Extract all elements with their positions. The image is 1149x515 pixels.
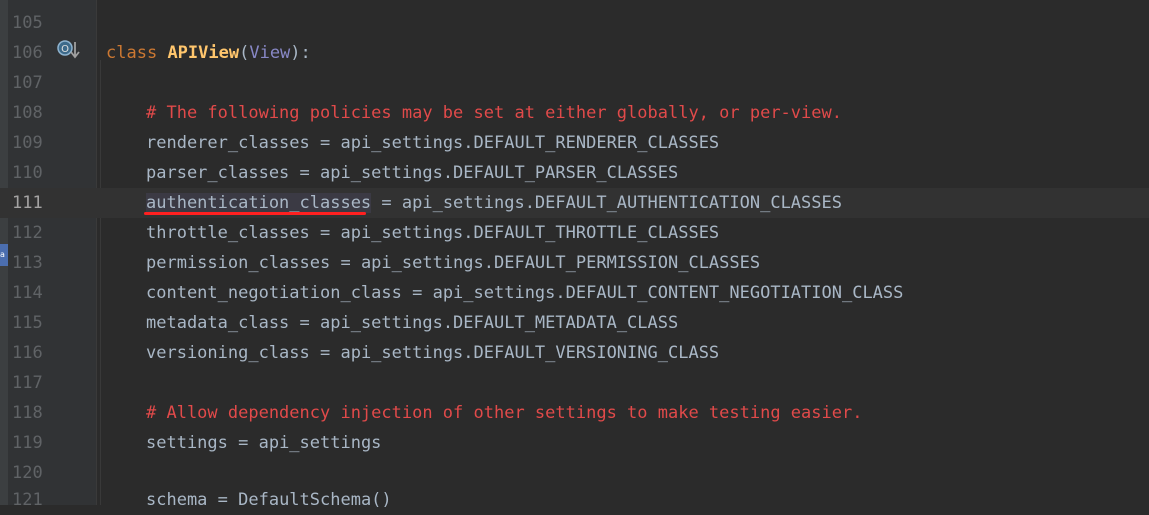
attribute-name: versioning_class xyxy=(146,343,310,363)
class-name: APIView xyxy=(167,43,240,63)
code-text: schema = DefaultSchema() xyxy=(146,485,392,515)
attribute-name: permission_classes xyxy=(146,253,331,273)
attribute-name: parser_classes xyxy=(146,163,290,183)
code-line[interactable]: 113 permission_classes = api_settings.DE… xyxy=(0,248,1149,278)
code-text: renderer_classes = api_settings.DEFAULT_… xyxy=(146,128,719,158)
code-text: parser_classes = api_settings.DEFAULT_PA… xyxy=(146,158,678,188)
comment: # The following policies may be set at e… xyxy=(146,103,842,123)
code-line[interactable]: 117 xyxy=(0,368,1149,398)
code-line[interactable]: 114 content_negotiation_class = api_sett… xyxy=(0,278,1149,308)
code-line[interactable]: 120 xyxy=(0,458,1149,488)
line-number: 116 xyxy=(12,343,43,363)
svg-text:O: O xyxy=(61,44,69,55)
code-text: content_negotiation_class = api_settings… xyxy=(146,278,903,308)
line-number: 114 xyxy=(12,283,43,303)
code-line[interactable]: 107 xyxy=(0,68,1149,98)
line-number: 111 xyxy=(12,193,43,213)
attribute-name: metadata_class xyxy=(146,313,290,333)
code-line[interactable]: 112 throttle_classes = api_settings.DEFA… xyxy=(0,218,1149,248)
code-line[interactable]: 115 metadata_class = api_settings.DEFAUL… xyxy=(0,308,1149,338)
assignment: = api_settings.DEFAULT_PARSER_CLASSES xyxy=(289,163,679,183)
attribute-name: renderer_classes xyxy=(146,133,310,153)
code-line[interactable]: 109 renderer_classes = api_settings.DEFA… xyxy=(0,128,1149,158)
code-text: settings = api_settings xyxy=(146,428,381,458)
assignment: = api_settings.DEFAULT_AUTHENTICATION_CL… xyxy=(371,193,842,213)
code-text: throttle_classes = api_settings.DEFAULT_… xyxy=(146,218,719,248)
assignment: = api_settings.DEFAULT_PERMISSION_CLASSE… xyxy=(330,253,761,273)
code-text: permission_classes = api_settings.DEFAUL… xyxy=(146,248,760,278)
code-line[interactable]: 106 class APIView(View): xyxy=(0,38,1149,68)
attribute-name: throttle_classes xyxy=(146,223,310,243)
base-class: View xyxy=(249,43,291,63)
code-tail: ): xyxy=(290,43,311,63)
attribute-name: settings xyxy=(146,433,228,453)
code-line[interactable]: 110 parser_classes = api_settings.DEFAUL… xyxy=(0,158,1149,188)
highlighted-attribute-name: authentication_classes xyxy=(146,193,372,213)
line-number: 120 xyxy=(12,463,43,483)
line-number: 108 xyxy=(12,103,43,123)
assignment: = api_settings.DEFAULT_THROTTLE_CLASSES xyxy=(309,223,720,243)
attribute-name: content_negotiation_class xyxy=(146,283,402,303)
assignment: = api_settings.DEFAULT_VERSIONING_CLASS xyxy=(309,343,720,363)
line-number: 106 xyxy=(12,43,43,63)
line-number: 107 xyxy=(12,73,43,93)
line-number: 115 xyxy=(12,313,43,333)
line-number: 113 xyxy=(12,253,43,273)
assignment: = api_settings xyxy=(227,433,382,453)
red-underline-annotation xyxy=(144,212,366,215)
attribute-name: schema xyxy=(146,490,208,510)
code-line[interactable]: 105 xyxy=(0,8,1149,38)
code-text: versioning_class = api_settings.DEFAULT_… xyxy=(146,338,719,368)
line-number: 105 xyxy=(12,13,43,33)
code-line[interactable]: 116 versioning_class = api_settings.DEFA… xyxy=(0,338,1149,368)
assignment: = api_settings.DEFAULT_METADATA_CLASS xyxy=(289,313,679,333)
comment: # Allow dependency injection of other se… xyxy=(146,403,863,423)
line-number: 109 xyxy=(12,133,43,153)
code-line[interactable]: 108 # The following policies may be set … xyxy=(0,98,1149,128)
line-number: 110 xyxy=(12,163,43,183)
line-number: 118 xyxy=(12,403,43,423)
code-line[interactable]: 118 # Allow dependency injection of othe… xyxy=(0,398,1149,428)
override-method-icon[interactable]: O xyxy=(56,38,82,64)
assignment: = api_settings.DEFAULT_RENDERER_CLASSES xyxy=(309,133,720,153)
code-line[interactable]: 121 schema = DefaultSchema() xyxy=(0,485,1149,515)
code-text: metadata_class = api_settings.DEFAULT_ME… xyxy=(146,308,678,338)
assignment: = DefaultSchema() xyxy=(207,490,392,510)
line-number: 121 xyxy=(12,490,43,510)
assignment: = api_settings.DEFAULT_CONTENT_NEGOTIATI… xyxy=(401,283,904,303)
code-text: class APIView(View): xyxy=(106,43,311,63)
line-number: 117 xyxy=(12,373,43,393)
line-number: 119 xyxy=(12,433,43,453)
line-number: 112 xyxy=(12,223,43,243)
code-line[interactable]: 119 settings = api_settings xyxy=(0,428,1149,458)
keyword: class xyxy=(106,43,158,63)
